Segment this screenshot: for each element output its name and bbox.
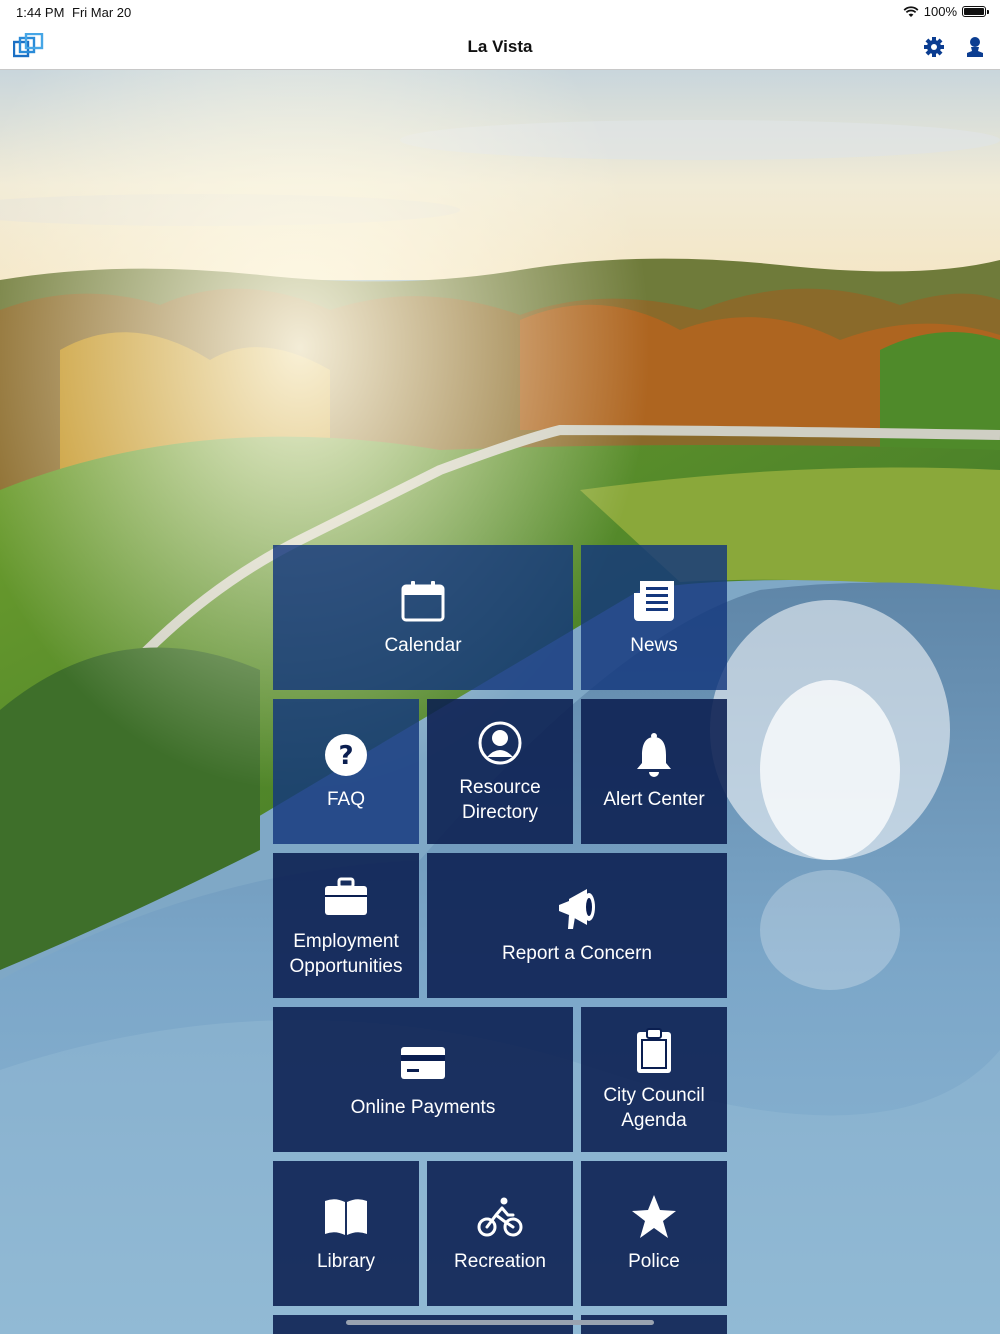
tile-label: Alert Center bbox=[603, 789, 705, 810]
bicycle-icon bbox=[477, 1197, 523, 1237]
newspaper-icon bbox=[634, 581, 674, 621]
tile-label: Online Payments bbox=[350, 1097, 496, 1118]
tile-alert-center[interactable]: Alert Center bbox=[581, 699, 727, 844]
tile-calendar[interactable]: Calendar bbox=[273, 545, 573, 690]
tile-library[interactable]: Library bbox=[273, 1161, 419, 1306]
calendar-icon bbox=[401, 581, 445, 622]
tile-label: FAQ bbox=[326, 789, 365, 810]
clipboard-icon bbox=[637, 1027, 671, 1073]
page-title: La Vista bbox=[467, 37, 533, 56]
book-icon bbox=[325, 1199, 367, 1235]
tile-label: City Council Agenda bbox=[603, 1084, 705, 1131]
tile-police[interactable]: Police bbox=[581, 1161, 727, 1306]
wifi-icon bbox=[903, 5, 919, 17]
tile-label: Employment Opportunities bbox=[289, 930, 403, 977]
tile-news[interactable]: News bbox=[581, 545, 727, 690]
svg-text:?: ? bbox=[338, 741, 353, 771]
tile-label: Library bbox=[316, 1251, 376, 1272]
tile-label: Resource Directory bbox=[459, 776, 541, 823]
person-circle-icon bbox=[478, 721, 522, 764]
status-time: 1:44 PM bbox=[16, 5, 65, 20]
tile-city-council-agenda[interactable]: City Council Agenda bbox=[581, 1007, 727, 1152]
tile-employment[interactable]: Employment Opportunities bbox=[273, 853, 419, 998]
tile-label: Calendar bbox=[384, 635, 462, 656]
tile-faq[interactable]: ? FAQ bbox=[273, 699, 419, 844]
credit-card-icon bbox=[401, 1047, 445, 1079]
tile-online-payments[interactable]: Online Payments bbox=[273, 1007, 573, 1152]
user-icon[interactable] bbox=[963, 35, 987, 59]
battery-icon bbox=[962, 6, 989, 17]
home-indicator[interactable] bbox=[346, 1320, 654, 1325]
tile-label: News bbox=[630, 635, 678, 656]
status-right: 100% bbox=[903, 4, 989, 19]
tile-report-concern[interactable]: Report a Concern bbox=[427, 853, 727, 998]
tile-resource-directory[interactable]: Resource Directory bbox=[427, 699, 573, 844]
tile-label: Police bbox=[628, 1251, 680, 1272]
briefcase-icon bbox=[325, 877, 367, 915]
gear-icon[interactable] bbox=[922, 35, 946, 59]
star-icon bbox=[632, 1195, 676, 1238]
status-date: Fri Mar 20 bbox=[72, 5, 132, 20]
bell-icon bbox=[637, 733, 671, 777]
question-circle-icon: ? bbox=[325, 734, 367, 776]
tile-label: Report a Concern bbox=[502, 943, 652, 964]
tile-label: Recreation bbox=[454, 1251, 546, 1272]
status-bar: 1:44 PM Fri Mar 20 100% bbox=[0, 0, 1000, 24]
battery-percent: 100% bbox=[923, 4, 957, 19]
tile-recreation[interactable]: Recreation bbox=[427, 1161, 573, 1306]
nav-bar: La Vista bbox=[0, 24, 1000, 70]
megaphone-icon bbox=[559, 889, 595, 929]
